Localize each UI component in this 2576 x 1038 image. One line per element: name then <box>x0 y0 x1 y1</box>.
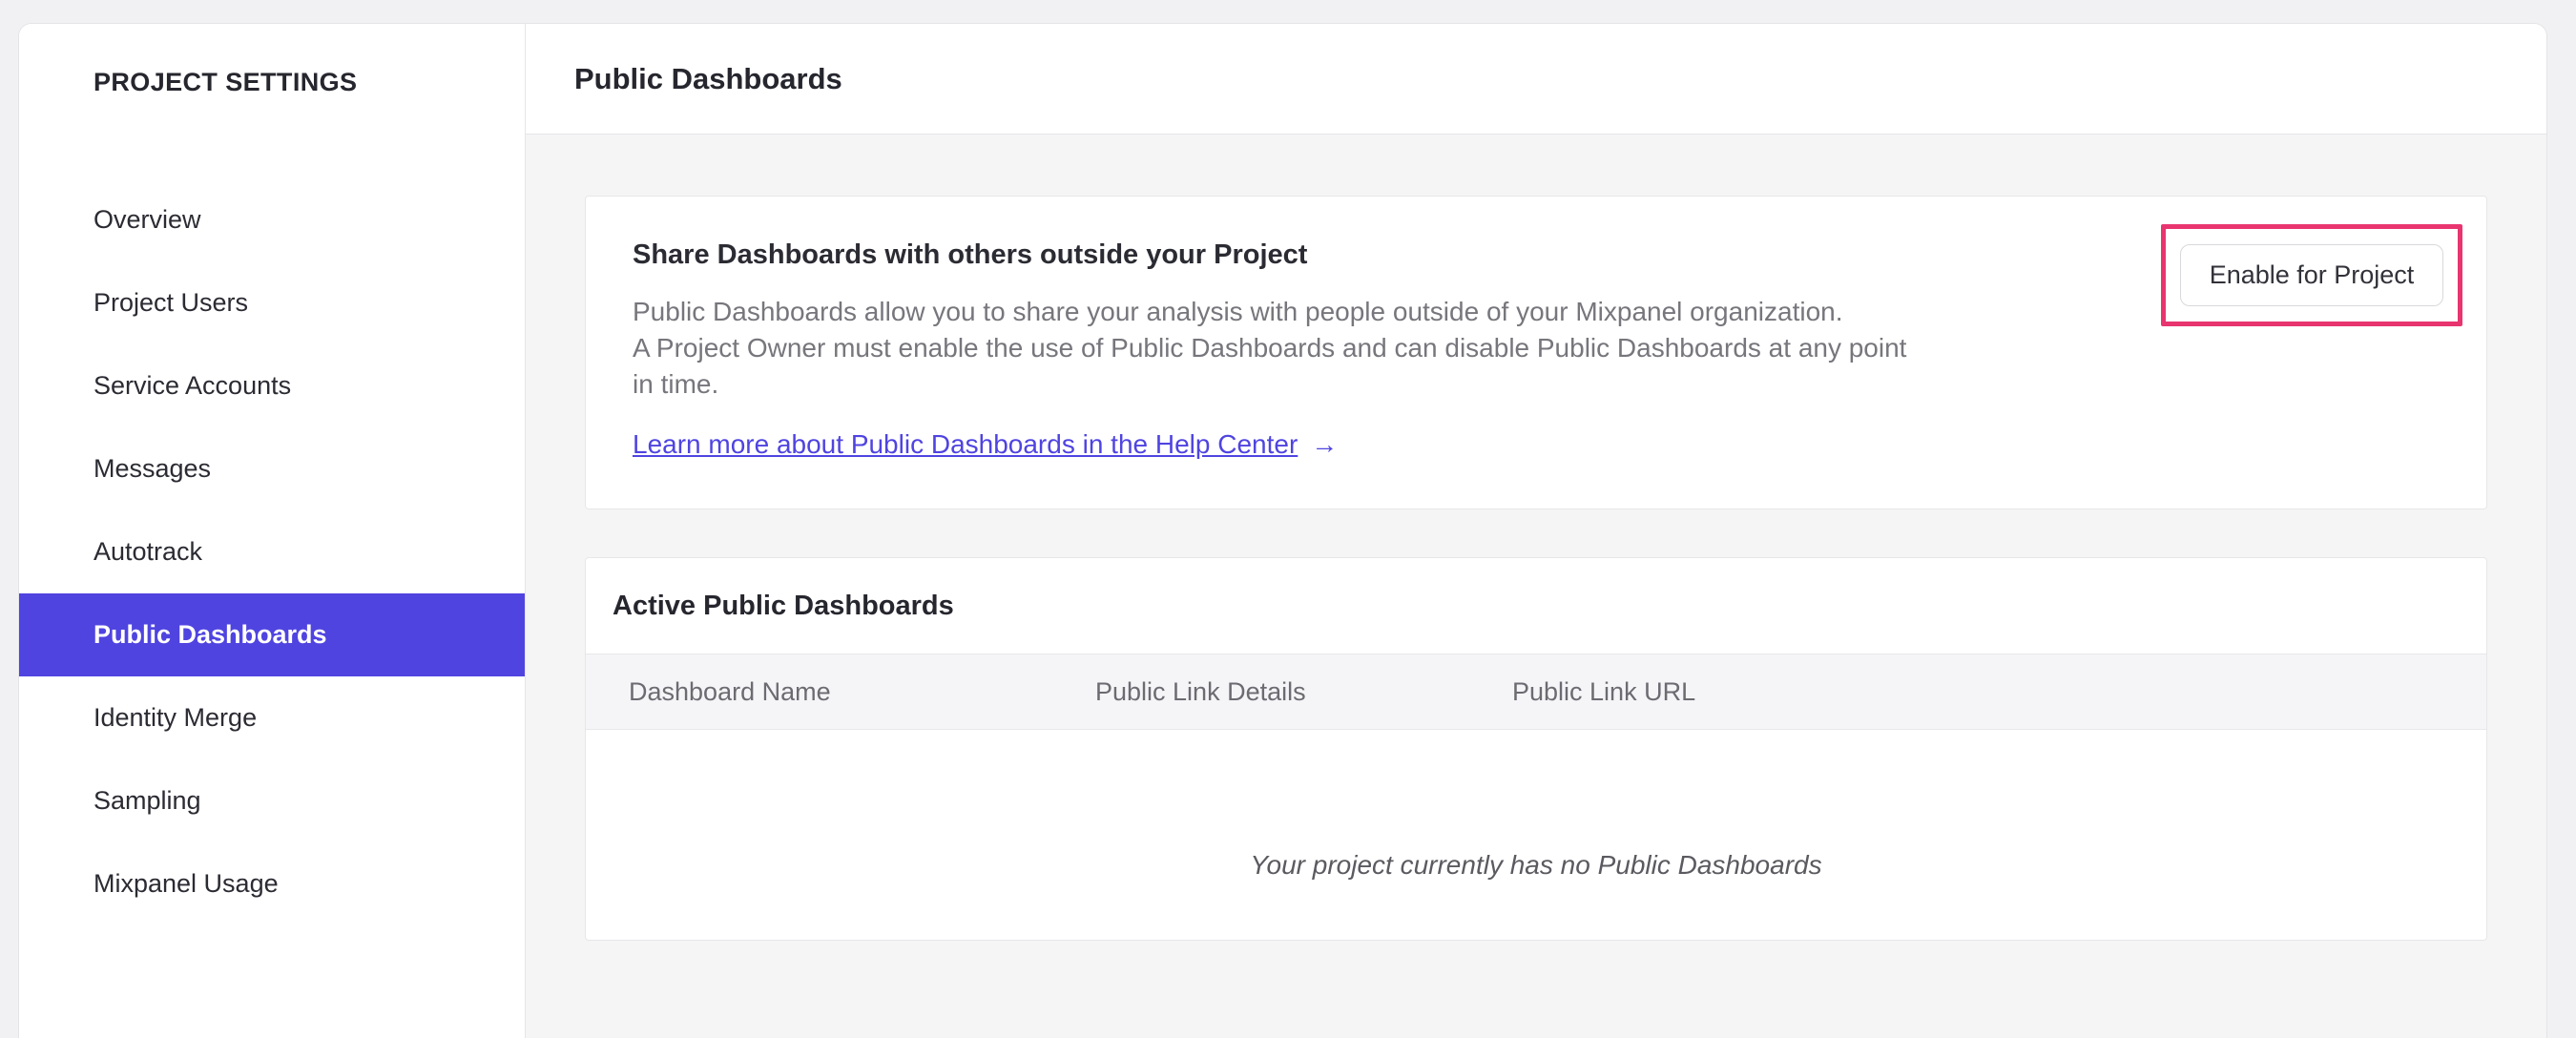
sidebar-item-sampling[interactable]: Sampling <box>19 759 525 842</box>
share-dashboards-card: Share Dashboards with others outside you… <box>585 196 2487 509</box>
share-card-description-line1: Public Dashboards allow you to share you… <box>633 297 1843 326</box>
sidebar-item-overview[interactable]: Overview <box>19 178 525 261</box>
main-body: Share Dashboards with others outside you… <box>526 135 2546 1038</box>
sidebar-item-identity-merge[interactable]: Identity Merge <box>19 676 525 759</box>
sidebar-item-project-users[interactable]: Project Users <box>19 261 525 344</box>
help-center-link[interactable]: Learn more about Public Dashboards in th… <box>633 429 1298 460</box>
arrow-right-icon: → <box>1311 429 1339 459</box>
share-card-description-line3: in time. <box>633 369 719 399</box>
share-card-description-line2: A Project Owner must enable the use of P… <box>633 333 1907 363</box>
sidebar-item-messages[interactable]: Messages <box>19 427 525 510</box>
sidebar-item-mixpanel-usage[interactable]: Mixpanel Usage <box>19 842 525 925</box>
sidebar-item-public-dashboards[interactable]: Public Dashboards <box>19 593 525 676</box>
page-title: Public Dashboards <box>574 61 842 95</box>
active-card-heading: Active Public Dashboards <box>613 590 954 621</box>
help-center-link-row: Learn more about Public Dashboards in th… <box>633 429 2076 460</box>
column-header-public-link-url: Public Link URL <box>1512 676 1696 706</box>
sidebar-nav: Overview Project Users Service Accounts … <box>19 178 525 925</box>
share-card-description: Public Dashboards allow you to share you… <box>633 294 2076 403</box>
main-content: Public Dashboards Share Dashboards with … <box>526 24 2546 1038</box>
active-dashboards-card: Active Public Dashboards Dashboard Name … <box>585 557 2487 941</box>
sidebar-item-service-accounts[interactable]: Service Accounts <box>19 344 525 427</box>
sidebar-title: PROJECT SETTINGS <box>93 68 358 96</box>
enable-for-project-button[interactable]: Enable for Project <box>2180 244 2443 306</box>
settings-panel: PROJECT SETTINGS Overview Project Users … <box>18 23 2547 1038</box>
dashboards-table-header: Dashboard Name Public Link Details Publi… <box>586 654 2486 730</box>
active-card-heading-row: Active Public Dashboards <box>586 558 2486 654</box>
column-header-dashboard-name: Dashboard Name <box>629 676 831 706</box>
project-settings-sidebar: PROJECT SETTINGS Overview Project Users … <box>19 24 526 1038</box>
main-header: Public Dashboards <box>526 24 2546 135</box>
sidebar-item-autotrack[interactable]: Autotrack <box>19 510 525 593</box>
empty-state-message: Your project currently has no Public Das… <box>1250 850 1822 880</box>
annotation-highlight-box: Enable for Project <box>2161 224 2462 326</box>
column-header-public-link-details: Public Link Details <box>1095 676 1306 706</box>
share-card-heading: Share Dashboards with others outside you… <box>633 239 1308 270</box>
